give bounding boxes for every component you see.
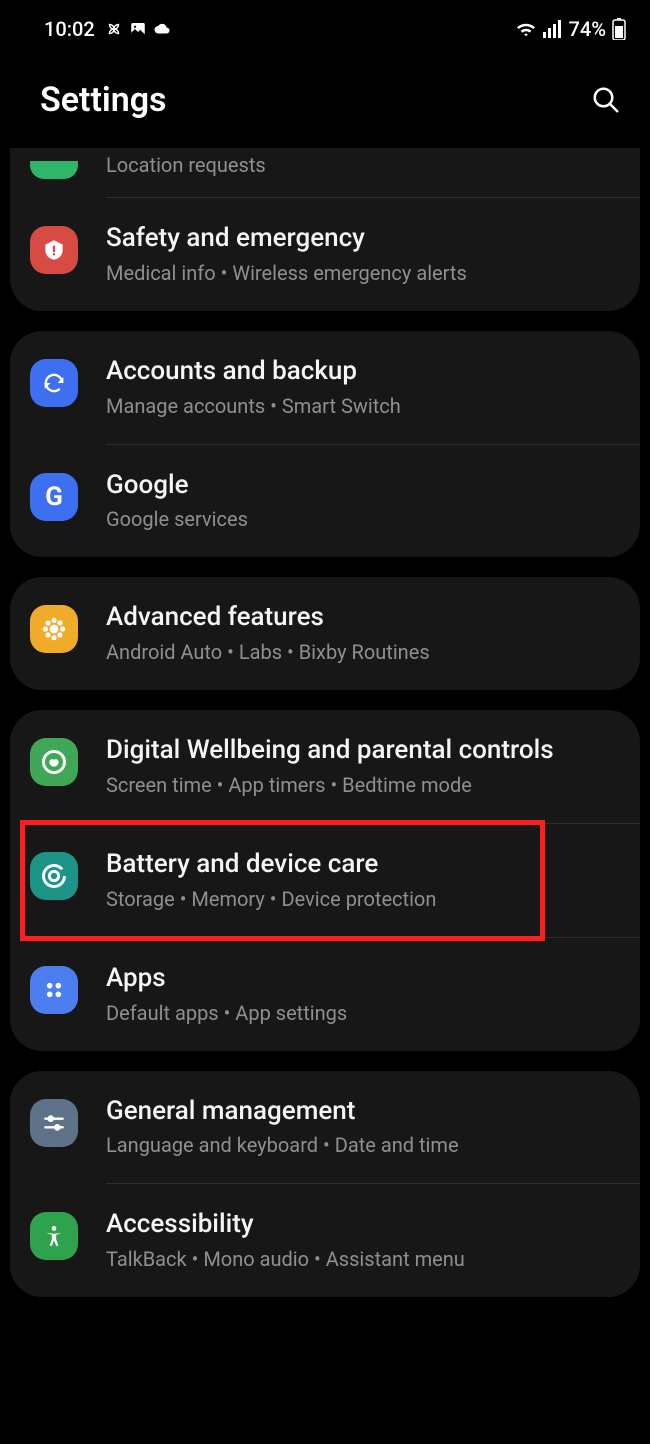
sync-icon — [30, 359, 78, 407]
sliders-icon — [30, 1099, 78, 1147]
item-subtitle: Google services — [106, 506, 622, 533]
settings-group: Location requests Safety and emergency M… — [10, 148, 640, 311]
status-right: 74% — [515, 17, 626, 41]
header: Settings — [0, 48, 650, 148]
item-title: Accounts and backup — [106, 355, 622, 389]
settings-item-safety-emergency[interactable]: Safety and emergency Medical info • Wire… — [10, 198, 640, 311]
settings-group: Accounts and backup Manage accounts • Sm… — [10, 331, 640, 558]
pinwheel-icon — [105, 20, 123, 38]
item-subtitle: Language and keyboard • Date and time — [106, 1132, 622, 1159]
location-icon — [30, 161, 78, 179]
settings-group: Advanced features Android Auto • Labs • … — [10, 577, 640, 690]
item-title: Safety and emergency — [106, 222, 622, 256]
item-title: Apps — [106, 962, 622, 996]
status-app-icons — [105, 20, 171, 38]
google-icon: G — [30, 473, 78, 521]
signal-icon — [543, 20, 563, 38]
gear-flower-icon — [30, 605, 78, 653]
settings-item-digital-wellbeing[interactable]: Digital Wellbeing and parental controls … — [10, 710, 640, 823]
apps-icon — [30, 966, 78, 1014]
battery-icon — [612, 18, 626, 40]
item-title: Battery and device care — [106, 848, 622, 882]
item-subtitle: Screen time • App timers • Bedtime mode — [106, 772, 622, 799]
item-title: Advanced features — [106, 601, 622, 635]
settings-item-accounts-backup[interactable]: Accounts and backup Manage accounts • Sm… — [10, 331, 640, 444]
item-subtitle: TalkBack • Mono audio • Assistant menu — [106, 1246, 622, 1273]
item-subtitle: Manage accounts • Smart Switch — [106, 393, 622, 420]
status-bar: 10:02 74% — [0, 0, 650, 48]
wifi-icon — [515, 20, 537, 38]
cloud-icon — [153, 22, 171, 36]
settings-item-accessibility[interactable]: Accessibility TalkBack • Mono audio • As… — [10, 1184, 640, 1297]
page-title: Settings — [40, 80, 167, 120]
settings-item-general-management[interactable]: General management Language and keyboard… — [10, 1071, 640, 1184]
item-subtitle: Location requests — [106, 152, 622, 179]
settings-item-location[interactable]: Location requests — [10, 148, 640, 197]
item-title: Accessibility — [106, 1208, 622, 1242]
battery-percent: 74% — [569, 17, 606, 41]
safety-icon — [30, 226, 78, 274]
settings-item-battery-device-care[interactable]: Battery and device care Storage • Memory… — [10, 824, 640, 937]
settings-group: Digital Wellbeing and parental controls … — [10, 710, 640, 1050]
item-title: Digital Wellbeing and parental controls — [106, 734, 622, 768]
accessibility-icon — [30, 1212, 78, 1260]
settings-item-advanced-features[interactable]: Advanced features Android Auto • Labs • … — [10, 577, 640, 690]
wellbeing-icon — [30, 738, 78, 786]
search-icon — [591, 85, 621, 115]
image-icon — [129, 20, 147, 38]
item-subtitle: Medical info • Wireless emergency alerts — [106, 260, 622, 287]
settings-item-google[interactable]: G Google Google services — [10, 445, 640, 558]
item-subtitle: Default apps • App settings — [106, 1000, 622, 1027]
search-button[interactable] — [590, 84, 622, 116]
item-subtitle: Android Auto • Labs • Bixby Routines — [106, 639, 622, 666]
settings-item-apps[interactable]: Apps Default apps • App settings — [10, 938, 640, 1051]
clock: 10:02 — [44, 17, 95, 41]
device-care-icon — [30, 852, 78, 900]
item-title: Google — [106, 469, 622, 503]
settings-group: General management Language and keyboard… — [10, 1071, 640, 1298]
item-subtitle: Storage • Memory • Device protection — [106, 886, 622, 913]
status-left: 10:02 — [44, 17, 171, 41]
item-title: General management — [106, 1095, 622, 1129]
